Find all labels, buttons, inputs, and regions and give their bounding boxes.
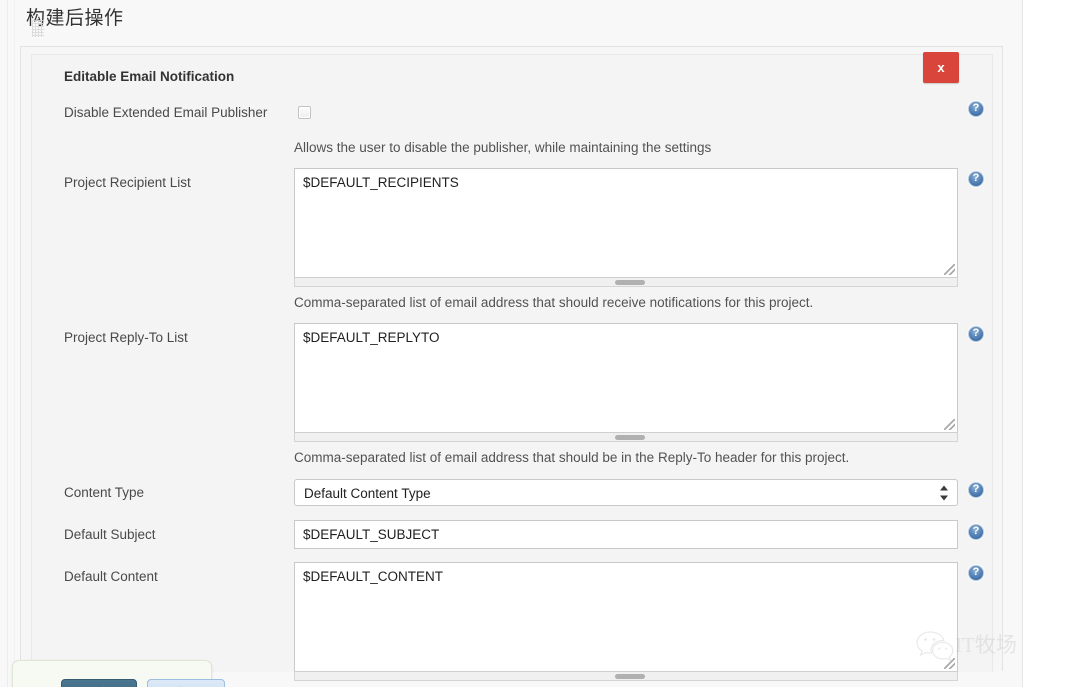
help-icon-content-type[interactable] <box>968 482 984 498</box>
hint-project-recipient-list: Comma-separated list of email address th… <box>294 295 814 310</box>
apply-button[interactable]: 应用 <box>147 679 225 687</box>
scrollbar-project-recipient-list[interactable] <box>294 277 958 287</box>
scrollbar-default-content[interactable] <box>294 671 958 681</box>
stepper-arrows-icon[interactable] <box>940 484 949 501</box>
page-right-gutter <box>1023 0 1080 687</box>
label-default-subject: Default Subject <box>64 527 156 542</box>
help-icon-default-content[interactable] <box>968 565 984 581</box>
scrollbar-thumb[interactable] <box>615 435 645 440</box>
textarea-value-project-reply-to-list: $DEFAULT_REPLYTO <box>303 330 440 345</box>
help-icon-project-recipient-list[interactable] <box>968 171 984 187</box>
save-button[interactable]: 保存 <box>61 679 137 687</box>
resize-grip-icon[interactable] <box>944 264 955 275</box>
textarea-project-recipient-list[interactable]: $DEFAULT_RECIPIENTS <box>294 168 958 278</box>
close-button[interactable]: x <box>923 52 959 83</box>
block-title: Editable Email Notification <box>64 69 235 84</box>
hint-project-reply-to-list: Comma-separated list of email address th… <box>294 450 850 465</box>
help-icon-disable-extended-email-publisher[interactable] <box>968 101 984 117</box>
scrollbar-thumb[interactable] <box>615 674 645 679</box>
textarea-value-default-content: $DEFAULT_CONTENT <box>303 569 444 584</box>
checkbox-disable-extended-email-publisher[interactable] <box>298 106 311 119</box>
scrollbar-project-reply-to-list[interactable] <box>294 432 958 442</box>
resize-grip-icon[interactable] <box>944 419 955 430</box>
scrollbar-thumb[interactable] <box>615 280 645 285</box>
label-content-type: Content Type <box>64 485 145 500</box>
help-icon-default-subject[interactable] <box>968 524 984 540</box>
floating-action-bar: 保存 应用 <box>12 660 225 687</box>
help-icon-project-reply-to-list[interactable] <box>968 326 984 342</box>
label-default-content: Default Content <box>64 569 158 584</box>
input-default-subject[interactable] <box>294 520 958 549</box>
label-disable-extended-email-publisher: Disable Extended Email Publisher <box>64 105 268 120</box>
label-project-recipient-list: Project Recipient List <box>64 175 191 190</box>
textarea-project-reply-to-list[interactable]: $DEFAULT_REPLYTO <box>294 323 958 433</box>
label-project-reply-to-list: Project Reply-To List <box>64 330 188 345</box>
hint-disable-extended-email-publisher: Allows the user to disable the publisher… <box>294 140 712 155</box>
select-content-type-value: Default Content Type <box>304 486 431 501</box>
textarea-default-content[interactable]: $DEFAULT_CONTENT <box>294 562 958 672</box>
select-content-type[interactable]: Default Content Type <box>294 479 958 506</box>
drag-handle-icon[interactable] <box>32 20 44 37</box>
page-edge-line-inner <box>14 0 15 687</box>
resize-grip-icon[interactable] <box>944 658 955 669</box>
textarea-value-project-recipient-list: $DEFAULT_RECIPIENTS <box>303 175 459 190</box>
post-build-actions-page: 构建后操作 x Editable Email Notification Disa… <box>0 0 1023 687</box>
page-edge-line-outer <box>7 0 8 687</box>
